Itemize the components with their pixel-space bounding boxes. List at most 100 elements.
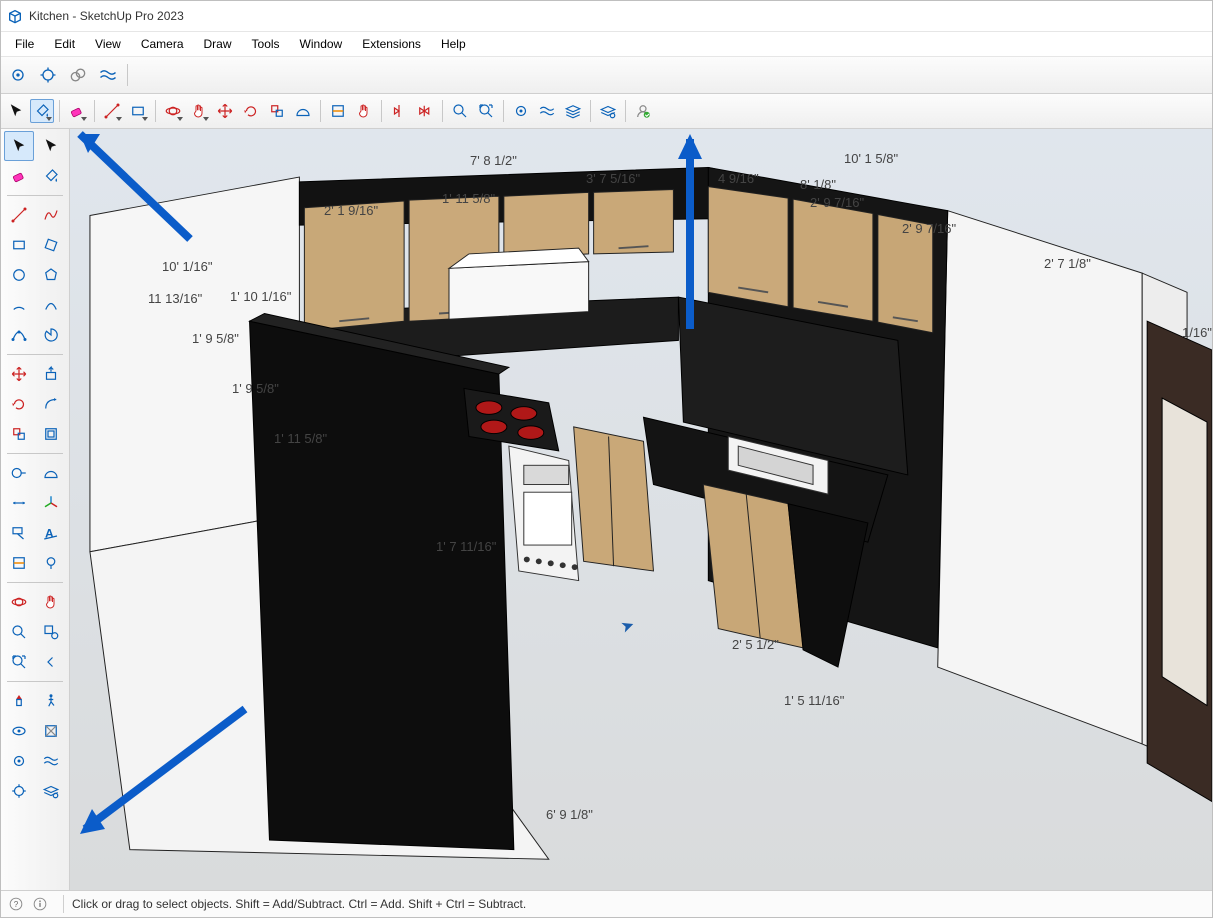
circle-icon[interactable] [4,260,34,290]
pan-red-icon[interactable] [187,99,211,123]
help-icon[interactable]: ? [7,895,25,913]
offset-icon[interactable] [36,419,66,449]
select-arrow-icon[interactable] [4,131,34,161]
text3d-icon[interactable]: A [36,518,66,548]
look-around-icon[interactable] [4,716,34,746]
toolbar-separator [503,100,504,122]
menu-window[interactable]: Window [290,34,353,54]
position-camera-icon[interactable] [4,686,34,716]
rectangle-icon[interactable] [126,99,150,123]
rotated-rect-icon[interactable] [36,230,66,260]
flip-along-icon[interactable] [387,99,411,123]
layers-gear-icon[interactable] [36,776,66,806]
layers-gear-icon[interactable] [596,99,620,123]
menu-extensions[interactable]: Extensions [352,34,431,54]
lasso-select-icon[interactable] [36,131,66,161]
paint-bucket-icon[interactable] [36,161,66,191]
hand-pan-icon[interactable] [352,99,376,123]
addlocation-icon[interactable] [36,548,66,578]
move-red-icon[interactable] [213,99,237,123]
walk-icon[interactable] [36,686,66,716]
axes-icon[interactable] [36,488,66,518]
layers-waves-icon[interactable] [36,746,66,776]
rotate-icon[interactable] [4,389,34,419]
toolbox: A [1,129,70,890]
toolbar-separator [625,100,626,122]
followme-icon[interactable] [36,389,66,419]
user-signedin-icon[interactable] [631,99,655,123]
title-bar: Kitchen - SketchUp Pro 2023 [1,1,1212,32]
arc2pt-icon[interactable] [36,290,66,320]
section-plane-icon[interactable] [326,99,350,123]
protractor-icon[interactable] [36,458,66,488]
line-icon[interactable] [100,99,124,123]
zoom-icon[interactable] [4,617,34,647]
section-icon[interactable] [4,548,34,578]
polygon-icon[interactable] [36,260,66,290]
pan-icon[interactable] [36,587,66,617]
gear-blue-icon[interactable] [4,61,32,89]
info-icon[interactable] [31,895,49,913]
dimension-icon[interactable] [4,488,34,518]
orbit-red-icon[interactable] [161,99,185,123]
arc3pt-icon[interactable] [4,320,34,350]
scale-red-icon[interactable] [265,99,289,123]
move-icon[interactable] [4,359,34,389]
toolbar-separator [590,100,591,122]
window-title: Kitchen - SketchUp Pro 2023 [29,9,184,23]
orbit-icon[interactable] [4,587,34,617]
zoom-extents-icon[interactable] [474,99,498,123]
zoom-window-icon[interactable] [36,617,66,647]
zoom-extents-icon[interactable] [4,647,34,677]
prev-view-icon[interactable] [36,647,66,677]
menu-file[interactable]: File [5,34,44,54]
arc-icon[interactable] [4,290,34,320]
toolbox-separator [7,354,63,355]
app-window: Kitchen - SketchUp Pro 2023 File Edit Vi… [0,0,1213,918]
eraser-icon[interactable] [4,161,34,191]
layers-stack-icon[interactable] [561,99,585,123]
pushpull-icon[interactable] [36,359,66,389]
toolbar-separator [94,100,95,122]
paint-bucket-icon[interactable] [30,99,54,123]
rectangle-icon[interactable] [4,230,34,260]
zoom-icon[interactable] [448,99,472,123]
select-arrow-icon[interactable] [4,99,28,123]
toolbar-separator [320,100,321,122]
stack-spheres-icon[interactable] [64,61,92,89]
menu-camera[interactable]: Camera [131,34,194,54]
toolbox-separator [7,195,63,196]
toolbar-separator [442,100,443,122]
toolbar-main [1,94,1212,129]
eraser-icon[interactable] [65,99,89,123]
toolbar-separator [155,100,156,122]
menu-edit[interactable]: Edit [44,34,85,54]
pie-icon[interactable] [36,320,66,350]
tape-icon[interactable] [4,458,34,488]
text-icon[interactable] [4,518,34,548]
menu-tools[interactable]: Tools [242,34,290,54]
gear-blue-icon[interactable] [4,746,34,776]
viewport-3d[interactable]: 10' 1 5/8"7' 8 1/2"8' 1/8"4 9/16"3' 7 5/… [70,129,1212,890]
toolbar-separator [127,64,128,86]
layers-waves-icon[interactable] [535,99,559,123]
xray-icon[interactable] [36,716,66,746]
menu-bar: File Edit View Camera Draw Tools Window … [1,32,1212,57]
toolbar-separator [59,100,60,122]
menu-view[interactable]: View [85,34,131,54]
status-separator [63,895,64,913]
rotate-red-icon[interactable] [239,99,263,123]
freehand-icon[interactable] [36,200,66,230]
menu-draw[interactable]: Draw [194,34,242,54]
protractor-icon[interactable] [291,99,315,123]
layers-waves-icon[interactable] [94,61,122,89]
flip-copy-icon[interactable] [413,99,437,123]
line-icon[interactable] [4,200,34,230]
gear-blue-icon[interactable] [509,99,533,123]
gear-blue2-icon[interactable] [34,61,62,89]
gear-blue2-icon[interactable] [4,776,34,806]
status-bar: ? Click or drag to select objects. Shift… [1,890,1212,917]
scale-icon[interactable] [4,419,34,449]
kitchen-model-svg [70,129,1212,890]
menu-help[interactable]: Help [431,34,476,54]
